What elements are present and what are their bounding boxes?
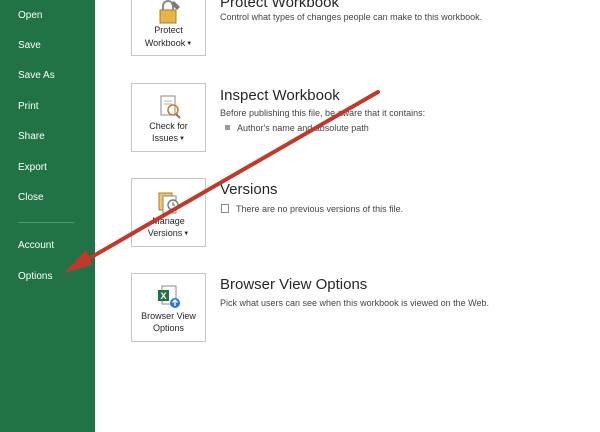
browser-label-line1: Browser View — [141, 311, 196, 321]
versions-label-line2: Versions — [147, 228, 183, 238]
nav-account[interactable]: Account — [18, 240, 54, 252]
backstage-sidebar: Open Save Save As Print Share Export Clo… — [0, 0, 95, 432]
nav-separator — [18, 222, 74, 223]
versions-icon — [158, 192, 179, 214]
dropdown-caret-icon: ▼ — [186, 41, 193, 47]
bullet-square-icon — [225, 125, 230, 130]
svg-text:X: X — [161, 291, 167, 301]
dropdown-caret-icon: ▼ — [183, 231, 190, 237]
protect-workbook-button[interactable]: Protect Workbook▼ — [131, 0, 206, 56]
nav-print[interactable]: Print — [18, 101, 39, 113]
versions-label-line1: Manage — [152, 216, 185, 226]
versions-heading: Versions — [220, 181, 278, 198]
nav-options[interactable]: Options — [18, 271, 52, 283]
inspect-label-line1: Check for — [149, 121, 188, 131]
inspect-description: Before publishing this file, be aware th… — [220, 108, 426, 118]
inspect-heading: Inspect Workbook — [220, 87, 340, 104]
versions-description: There are no previous versions of this f… — [236, 204, 404, 214]
protect-description: Control what types of changes people can… — [220, 12, 483, 22]
browser-label-line2: Options — [152, 323, 185, 333]
nav-save-as[interactable]: Save As — [18, 70, 55, 82]
nav-save[interactable]: Save — [18, 40, 41, 52]
inspect-document-icon — [160, 95, 181, 119]
lock-icon — [159, 0, 180, 24]
browser-description: Pick what users can see when this workbo… — [220, 298, 489, 308]
versions-label-row: Versions▼ — [132, 227, 205, 240]
nav-share[interactable]: Share — [18, 131, 45, 143]
protect-heading: Protect Workbook — [220, 0, 339, 11]
protect-label-line2: Workbook — [144, 38, 186, 48]
dropdown-caret-icon: ▼ — [179, 136, 185, 142]
browser-heading: Browser View Options — [220, 276, 368, 293]
nav-export[interactable]: Export — [18, 162, 47, 174]
protect-label-line1: Protect — [154, 25, 183, 35]
nav-close[interactable]: Close — [18, 192, 44, 204]
inspect-label-line2: Issues — [152, 133, 179, 143]
document-icon — [221, 204, 229, 213]
check-for-issues-button[interactable]: Check for Issues▼ — [131, 83, 206, 152]
inspect-label-row: Issues▼ — [132, 132, 205, 145]
protect-label-row: Workbook▼ — [132, 37, 205, 50]
inspect-bullet: Author's name and absolute path — [225, 123, 369, 134]
nav-open[interactable]: Open — [18, 10, 42, 22]
excel-web-icon: X — [158, 285, 180, 308]
browser-view-options-button[interactable]: X Browser View Options — [131, 273, 206, 342]
inspect-bullet-text: Author's name and absolute path — [237, 123, 369, 133]
manage-versions-button[interactable]: Manage Versions▼ — [131, 178, 206, 247]
versions-line: There are no previous versions of this f… — [221, 204, 403, 215]
